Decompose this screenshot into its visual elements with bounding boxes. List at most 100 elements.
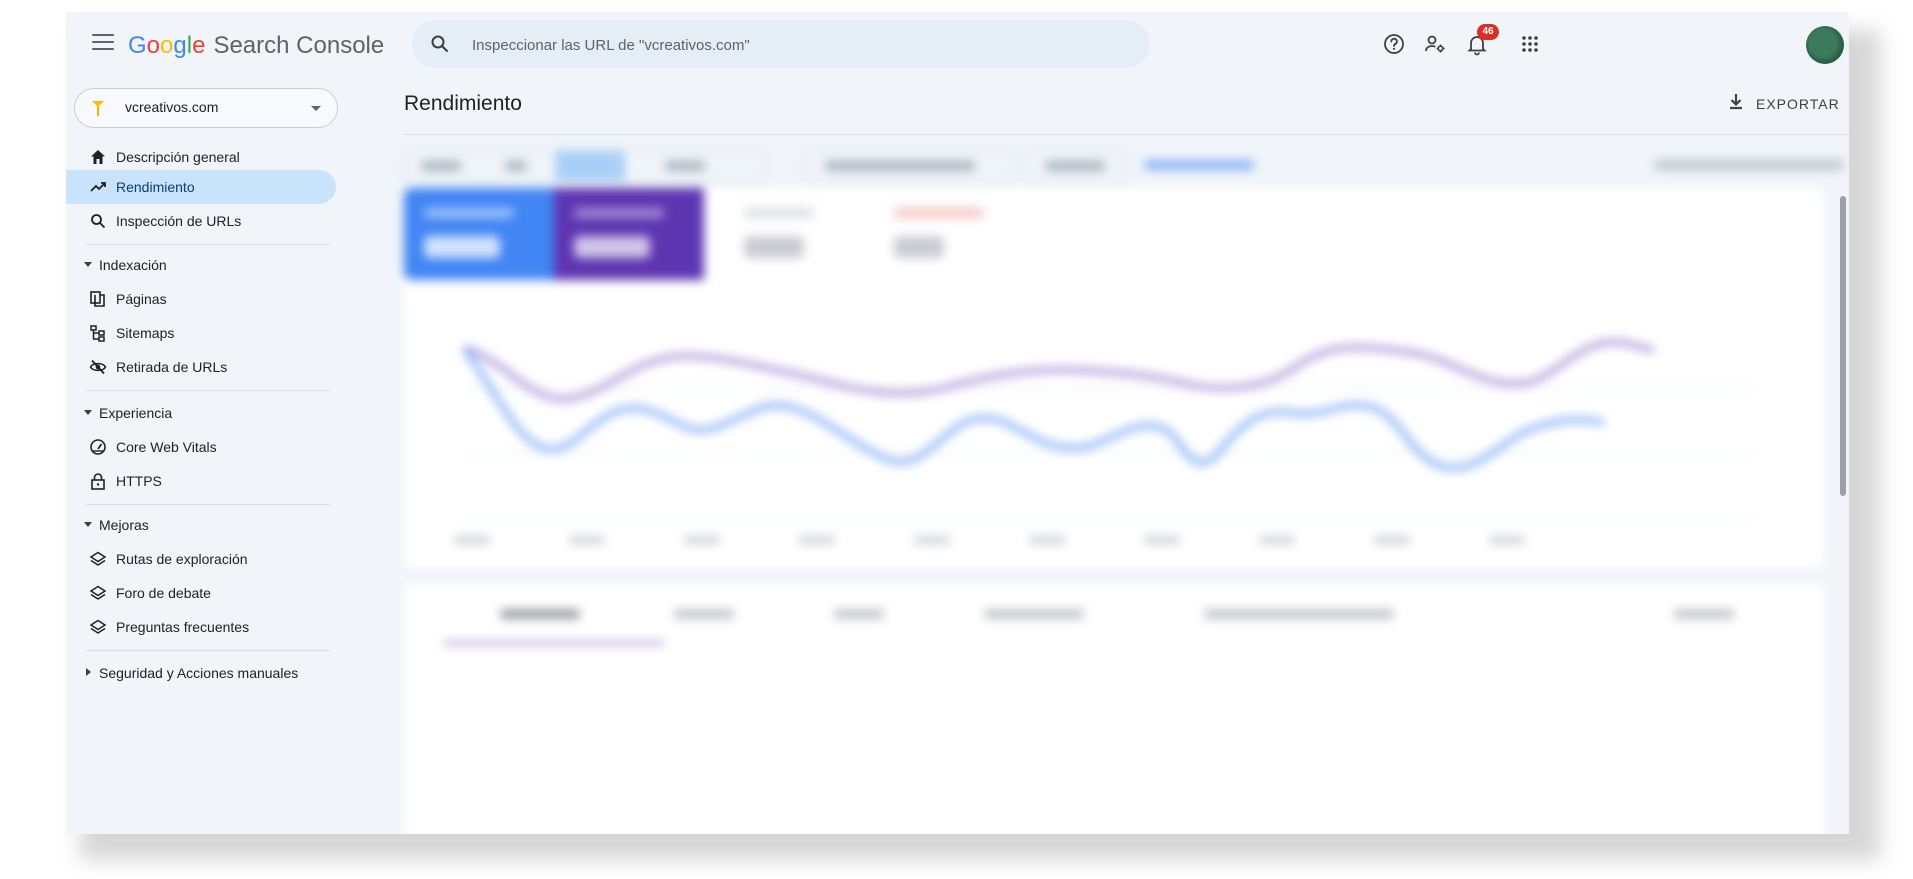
logo-letter: o xyxy=(146,32,161,59)
sidebar-item-breadcrumbs[interactable]: Rutas de exploración xyxy=(66,542,336,576)
export-button[interactable]: EXPORTAR xyxy=(1726,86,1846,120)
query-table-card xyxy=(404,583,1824,834)
hamburger-menu-icon[interactable] xyxy=(92,34,114,52)
section-title: Seguridad y Acciones manuales xyxy=(99,665,299,681)
blurred-chip-text xyxy=(1045,161,1105,171)
blurred-metric-value xyxy=(574,236,650,258)
title-divider xyxy=(404,134,1849,135)
section-indexing[interactable]: Indexación xyxy=(66,250,336,280)
sidebar-divider xyxy=(86,244,330,245)
layers-icon xyxy=(89,551,107,566)
blurred-metric-value xyxy=(894,236,944,258)
apps-grid-icon[interactable] xyxy=(1518,32,1544,58)
sidebar-item-pages[interactable]: Páginas xyxy=(66,282,336,316)
sidebar-item-faq[interactable]: Preguntas frecuentes xyxy=(66,610,336,644)
x-axis-placeholder-ticks xyxy=(454,536,1525,544)
tab-devices[interactable] xyxy=(984,609,1084,619)
blurred-metric-value xyxy=(744,236,804,258)
section-title: Experiencia xyxy=(99,405,173,421)
main-content: Rendimiento EXPORTAR xyxy=(346,78,1849,834)
date-range-filter-chips[interactable] xyxy=(404,150,766,182)
sitemap-icon xyxy=(90,325,105,342)
eye-off-icon xyxy=(89,359,107,375)
date-filter[interactable] xyxy=(1024,150,1126,182)
manage-users-icon[interactable] xyxy=(1423,32,1449,58)
blurred-metric-value xyxy=(424,236,500,258)
product-logo[interactable]: Google Search Console xyxy=(128,32,384,60)
sidebar-item-sitemaps[interactable]: Sitemaps xyxy=(66,316,336,350)
sidebar-item-label: Preguntas frecuentes xyxy=(116,619,250,635)
blurred-metric-label xyxy=(424,208,514,218)
metric-card-clicks[interactable] xyxy=(404,188,554,280)
sidebar-item-url-removal[interactable]: Retirada de URLs xyxy=(66,350,336,384)
notifications-bell-icon[interactable]: 46 xyxy=(1465,24,1499,58)
selected-date-chip[interactable] xyxy=(555,151,625,181)
download-icon xyxy=(1730,94,1742,110)
blurred-chip-text xyxy=(665,161,705,171)
sidebar-item-label: Foro de debate xyxy=(116,585,211,601)
performance-line-chart xyxy=(454,339,1754,544)
layers-icon xyxy=(89,585,107,600)
tab-search-appearance[interactable] xyxy=(1204,609,1394,619)
chart-gridlines xyxy=(464,387,1754,519)
sidebar-item-label: Rutas de exploración xyxy=(116,551,248,567)
property-favicon-icon xyxy=(92,101,104,116)
sidebar-item-core-web-vitals[interactable]: Core Web Vitals xyxy=(66,430,336,464)
logo-letter: o xyxy=(160,32,174,59)
blurred-chip-text xyxy=(505,161,527,171)
metric-card-position[interactable] xyxy=(874,188,1024,280)
logo-letter: g xyxy=(173,32,187,59)
sidebar-item-label: HTTPS xyxy=(116,473,162,489)
caret-right-icon xyxy=(86,668,91,676)
page-title: Rendimiento xyxy=(404,92,522,115)
account-avatar[interactable] xyxy=(1806,26,1844,64)
performance-chart-card xyxy=(404,188,1824,568)
search-icon xyxy=(91,214,106,229)
sidebar-item-label: Retirada de URLs xyxy=(116,359,228,375)
metric-card-impressions[interactable] xyxy=(554,188,704,280)
layers-icon xyxy=(89,619,107,634)
speedometer-icon xyxy=(90,439,106,455)
property-selector[interactable]: vcreativos.com xyxy=(74,88,338,128)
sidebar-item-discussion-forum[interactable]: Foro de debate xyxy=(66,576,336,610)
metric-card-ctr[interactable] xyxy=(724,188,874,280)
active-tab-underline xyxy=(444,641,664,645)
chevron-down-icon xyxy=(311,106,321,111)
sidebar-item-label: Sitemaps xyxy=(116,325,175,341)
sidebar-item-overview[interactable]: Descripción general xyxy=(66,140,336,174)
lock-icon xyxy=(91,473,105,490)
section-title: Mejoras xyxy=(99,517,149,533)
tab-queries[interactable] xyxy=(500,609,580,619)
tab-dates[interactable] xyxy=(1674,609,1734,619)
app-header: Google Search Console Inspeccionar las U… xyxy=(66,12,1849,78)
section-experience[interactable]: Experiencia xyxy=(66,398,336,428)
search-console-window: Google Search Console Inspeccionar las U… xyxy=(66,12,1849,834)
sidebar-item-https[interactable]: HTTPS xyxy=(66,464,336,498)
logo-letter: G xyxy=(128,32,147,59)
sidebar-item-label: Core Web Vitals xyxy=(116,439,217,455)
help-circle-icon[interactable] xyxy=(1382,32,1408,58)
caret-down-icon xyxy=(84,522,92,527)
tab-pages[interactable] xyxy=(674,609,734,619)
notifications-count-badge: 46 xyxy=(1477,24,1499,40)
last-update-text xyxy=(1654,160,1844,170)
sidebar-divider xyxy=(86,650,330,651)
pages-icon xyxy=(90,291,105,307)
section-enhancements[interactable]: Mejoras xyxy=(66,510,336,540)
product-name: Search Console xyxy=(213,32,385,59)
blurred-metric-label xyxy=(744,208,814,218)
search-type-filter[interactable] xyxy=(804,150,1016,182)
sidebar-item-performance[interactable]: Rendimiento xyxy=(66,170,336,204)
export-label: EXPORTAR xyxy=(1756,96,1840,112)
blurred-chip-text xyxy=(421,161,461,171)
content-scrollbar[interactable] xyxy=(1840,196,1846,496)
sidebar-item-label: Inspección de URLs xyxy=(116,213,242,229)
tab-countries[interactable] xyxy=(834,609,884,619)
blurred-metric-label xyxy=(574,208,664,218)
url-inspection-search[interactable] xyxy=(412,20,1150,68)
add-filter-link[interactable] xyxy=(1144,160,1254,170)
section-security-manual-actions[interactable]: Seguridad y Acciones manuales xyxy=(66,658,336,688)
sidebar-divider xyxy=(86,390,330,391)
search-input[interactable] xyxy=(470,32,1114,58)
sidebar-item-url-inspection[interactable]: Inspección de URLs xyxy=(66,204,336,238)
